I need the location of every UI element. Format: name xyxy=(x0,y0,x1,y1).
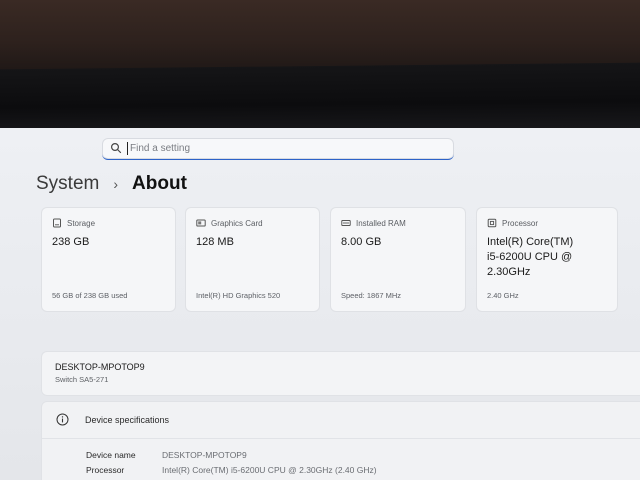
card-label: Storage xyxy=(67,218,96,228)
card-subtext: 56 GB of 238 GB used xyxy=(52,291,128,300)
search-box[interactable] xyxy=(102,138,454,160)
device-specifications-panel: Device specifications Device name DESKTO… xyxy=(42,402,640,480)
ram-icon xyxy=(341,220,351,226)
card-value: 238 GB xyxy=(52,236,90,248)
graphics-card-icon xyxy=(196,219,206,227)
card-label: Graphics Card xyxy=(211,218,263,228)
specs-title: Device specifications xyxy=(85,415,170,425)
card-header: Graphics Card xyxy=(196,218,263,228)
card-subtext: 2.40 GHz xyxy=(487,291,519,300)
graphics-card-card[interactable]: Graphics Card 128 MB Intel(R) HD Graphic… xyxy=(186,208,319,311)
search-input[interactable] xyxy=(130,140,430,157)
text-caret xyxy=(127,142,128,155)
card-value: Intel(R) Core(TM) i5-6200U CPU @ 2.30GHz xyxy=(487,236,574,278)
card-header: Installed RAM xyxy=(341,218,406,228)
card-header: Storage xyxy=(52,218,95,228)
device-model: Switch SA5-271 xyxy=(55,375,109,384)
breadcrumb: System › About xyxy=(36,171,187,197)
spec-value: DESKTOP-MPOTOP9 xyxy=(162,450,247,460)
installed-ram-card[interactable]: Installed RAM 8.00 GB Speed: 1867 MHz xyxy=(331,208,465,311)
card-subtext: Intel(R) HD Graphics 520 xyxy=(196,291,281,300)
card-subtext: Speed: 1867 MHz xyxy=(341,291,402,300)
card-label: Installed RAM xyxy=(356,218,406,228)
spec-value: Intel(R) Core(TM) i5-6200U CPU @ 2.30GHz… xyxy=(162,465,377,475)
processor-icon xyxy=(487,218,497,228)
background-wall xyxy=(0,0,640,72)
settings-window: System › About Storage 238 GB 56 GB of 2… xyxy=(0,128,640,480)
card-label: Processor xyxy=(502,218,539,228)
info-icon xyxy=(56,413,69,426)
device-name: DESKTOP-MPOTOP9 xyxy=(55,362,145,372)
breadcrumb-system[interactable]: System xyxy=(36,173,99,195)
card-header: Processor xyxy=(487,218,538,228)
chevron-right-icon: › xyxy=(113,176,119,192)
card-value: 128 MB xyxy=(196,236,234,248)
processor-card[interactable]: Processor Intel(R) Core(TM) i5-6200U CPU… xyxy=(477,208,617,311)
page-title: About xyxy=(132,173,187,194)
device-rename-panel[interactable]: DESKTOP-MPOTOP9 Switch SA5-271 xyxy=(42,352,640,395)
storage-card[interactable]: Storage 238 GB 56 GB of 238 GB used xyxy=(42,208,175,311)
spec-label: Device name xyxy=(86,450,136,460)
storage-icon xyxy=(53,218,61,228)
search-icon xyxy=(110,142,122,154)
device-specifications-header[interactable]: Device specifications xyxy=(42,402,640,439)
summary-cards: Storage 238 GB 56 GB of 238 GB used Grap… xyxy=(42,208,622,311)
spec-label: Processor xyxy=(86,465,125,475)
card-value: 8.00 GB xyxy=(341,236,382,248)
